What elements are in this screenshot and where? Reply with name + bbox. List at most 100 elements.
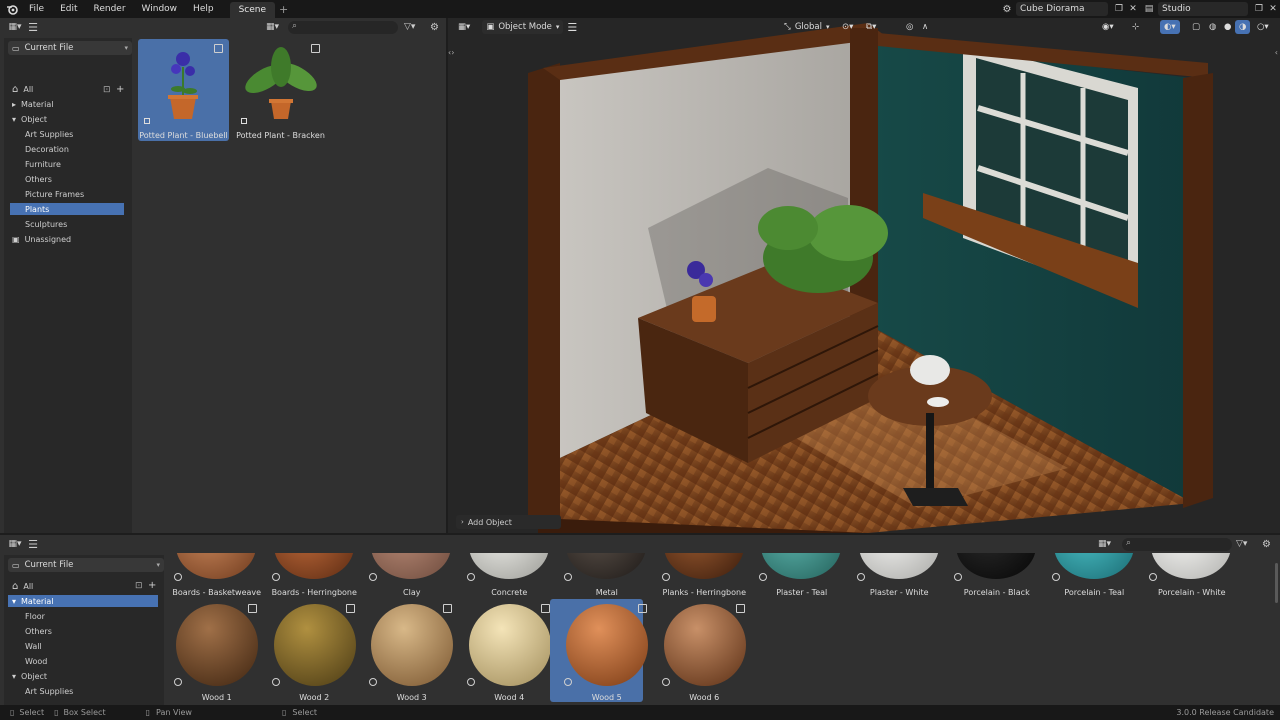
bottom-search-input[interactable]: ⌕: [1122, 538, 1232, 551]
display-mode-icon[interactable]: ▦▾: [1098, 539, 1111, 549]
visibility-icon[interactable]: ◉▾: [1098, 20, 1118, 34]
editor-type-icon[interactable]: ▦▾: [4, 22, 26, 32]
material-preview[interactable]: [371, 604, 453, 686]
add-object-label: Add Object: [467, 517, 512, 527]
scene-selectors: ⚙ Cube Diorama ❐ ✕ ▤ Studio ❐ ✕: [998, 0, 1280, 18]
catalog-label: Object: [21, 114, 48, 124]
top-search-input[interactable]: ⌕: [288, 21, 398, 34]
material-label: Plaster - Teal: [776, 588, 828, 597]
menu-file[interactable]: File: [21, 0, 52, 18]
remove-layer-icon[interactable]: ✕: [1266, 4, 1280, 14]
scene-name-field[interactable]: Cube Diorama: [1016, 2, 1108, 16]
material-edit-icon[interactable]: [443, 604, 452, 613]
hamburger-menu-icon[interactable]: ☰: [26, 21, 40, 34]
library-name: Current File: [24, 43, 74, 53]
pivot-icon[interactable]: ⊙▾: [838, 20, 857, 34]
catalog-item[interactable]: Art Supplies: [10, 128, 124, 140]
material-preview[interactable]: [663, 604, 746, 686]
shading-material-icon[interactable]: ◑: [1235, 20, 1251, 34]
orientation-dropdown[interactable]: ⤡ Global ▾: [780, 20, 833, 34]
material-icon: [954, 573, 962, 581]
view-layer-name: Studio: [1162, 4, 1191, 14]
material-edit-icon[interactable]: [540, 604, 550, 613]
catalog-item[interactable]: ▾ Object: [8, 113, 124, 125]
catalog-item[interactable]: Furniture: [10, 158, 124, 170]
asset-edit-icon[interactable]: [214, 44, 223, 53]
material-icon: [759, 573, 767, 581]
object-mode-dropdown[interactable]: ▣ Object Mode ▾: [482, 20, 564, 34]
material-preview[interactable]: [566, 604, 648, 686]
menu-help[interactable]: Help: [185, 0, 222, 18]
editor-type-icon[interactable]: ▦▾: [4, 539, 26, 549]
catalog-item[interactable]: Others: [10, 173, 124, 185]
copy-scene-icon[interactable]: ❐: [1112, 4, 1126, 14]
add-object-panel[interactable]: › Add Object: [456, 515, 561, 529]
material-preview[interactable]: [273, 604, 356, 686]
xray-icon[interactable]: ▢: [1188, 20, 1204, 34]
settings-gear-icon[interactable]: ⚙: [430, 22, 439, 33]
material-edit-icon[interactable]: [638, 604, 647, 613]
catalog-item[interactable]: Sculptures: [10, 218, 124, 230]
shading-solid-icon[interactable]: ●: [1220, 20, 1235, 34]
object-mode-icon: ▣: [486, 22, 495, 32]
material-label: Plaster - White: [869, 588, 929, 597]
catalog-item[interactable]: Plants: [10, 203, 124, 215]
menu-window[interactable]: Window: [134, 0, 186, 18]
material-edit-icon[interactable]: [248, 604, 257, 613]
scene-icon[interactable]: ⚙: [998, 4, 1016, 15]
top-library-dropdown[interactable]: ▭ Current File ▾: [8, 41, 132, 55]
catalog-item[interactable]: Decoration: [10, 143, 124, 155]
sidebar-toggle-icon[interactable]: ‹: [1275, 48, 1278, 57]
shading-wireframe-icon[interactable]: ◍: [1205, 20, 1220, 34]
catalog-item[interactable]: ⌂ All: [8, 83, 124, 95]
material-preview[interactable]: [176, 604, 258, 686]
material-icon: [466, 678, 475, 686]
overlay-icon[interactable]: ◐▾: [1160, 20, 1180, 34]
material-label: Wood 6: [689, 693, 720, 702]
bottom-browser-header: ▦▾ ☰ ▦▾ ⌕ ▽▾ ⚙: [0, 535, 1280, 553]
settings-gear-icon[interactable]: ⚙: [1262, 539, 1271, 550]
status-select: Select: [19, 708, 45, 717]
catalog-item[interactable]: Picture Frames: [10, 188, 124, 200]
viewport-editor-type-icon[interactable]: ▦▾: [454, 20, 474, 34]
display-mode-icon[interactable]: ▦▾: [266, 22, 279, 32]
material-edit-icon[interactable]: [735, 604, 745, 613]
search-icon: ⌕: [292, 21, 298, 31]
scrollbar[interactable]: [1275, 563, 1278, 603]
blender-logo-icon[interactable]: [3, 0, 21, 18]
filter-icon[interactable]: ▽▾: [1236, 539, 1247, 549]
asset-thumbnail[interactable]: Potted Plant - Bracken: [235, 39, 326, 141]
bottom-asset-browser: ▦▾ ☰ ▦▾ ⌕ ▽▾ ⚙ ▭ Current File ▾ ⊡ + ⌂ All…: [0, 535, 1280, 705]
view-layer-icon[interactable]: ▤: [1140, 4, 1158, 14]
asset-edit-icon[interactable]: [311, 44, 320, 53]
falloff-icon[interactable]: ∧: [918, 20, 932, 34]
proportional-edit-icon[interactable]: ◎: [902, 20, 917, 34]
shading-rendered-icon[interactable]: ○▾: [1253, 20, 1273, 34]
asset-thumbnail[interactable]: Potted Plant - Bluebell: [138, 39, 229, 141]
snap-icon[interactable]: ⧉▾: [862, 20, 880, 34]
gizmo-icon[interactable]: ⊹: [1128, 20, 1143, 34]
chevron-down-icon[interactable]: ▾: [12, 115, 16, 124]
toolbar-toggle-icon[interactable]: ‹›: [448, 48, 454, 57]
add-workspace-button[interactable]: +: [279, 3, 288, 16]
catalog-item[interactable]: ▣ Unassigned: [8, 233, 124, 245]
menu-edit[interactable]: Edit: [52, 0, 85, 18]
catalog-item[interactable]: ▸ Material: [8, 98, 124, 110]
status-select-2: Select: [292, 708, 318, 717]
viewport-menu-icon[interactable]: ☰: [563, 20, 581, 34]
viewport-render[interactable]: [448, 18, 1280, 533]
material-icon: [1149, 573, 1157, 581]
menu-render[interactable]: Render: [86, 0, 134, 18]
chevron-right-icon[interactable]: ▸: [12, 100, 16, 109]
workspace-tab-scene[interactable]: Scene: [229, 2, 276, 18]
material-preview[interactable]: [468, 604, 551, 686]
filter-icon[interactable]: ▽▾: [404, 22, 415, 32]
material-edit-icon[interactable]: [345, 604, 355, 613]
remove-scene-icon[interactable]: ✕: [1126, 4, 1140, 14]
catalog-label: Material: [21, 99, 54, 109]
viewport-3d: ▦▾ ▣ Object Mode ▾ ☰ ⤡ Global ▾ ⊙▾ ⧉▾ ◎ …: [448, 18, 1280, 533]
hamburger-menu-icon[interactable]: ☰: [26, 538, 40, 551]
copy-layer-icon[interactable]: ❐: [1252, 4, 1266, 14]
view-layer-field[interactable]: Studio: [1158, 2, 1248, 16]
unassigned-icon: ▣: [12, 234, 20, 244]
